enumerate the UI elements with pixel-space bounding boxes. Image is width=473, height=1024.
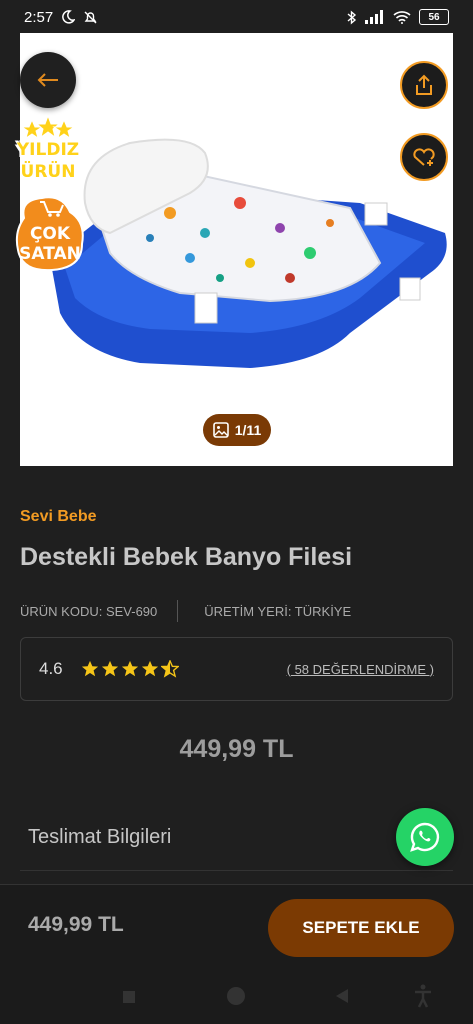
star-badge-line2: ÜRÜN bbox=[20, 162, 76, 182]
share-button[interactable] bbox=[400, 61, 448, 109]
share-icon bbox=[416, 74, 432, 95]
accessibility-icon[interactable] bbox=[413, 984, 433, 1008]
product-price: 449,99 TL bbox=[179, 735, 294, 763]
product-code: ÜRÜN KODU: SEV-690 bbox=[20, 603, 158, 619]
add-to-cart-button[interactable]: SEPETE EKLE bbox=[268, 899, 454, 957]
status-time: 2:57 bbox=[24, 8, 54, 26]
brand-link[interactable]: Sevi Bebe bbox=[20, 508, 96, 526]
status-right: 56 bbox=[347, 9, 449, 25]
battery-indicator: 56 bbox=[419, 9, 449, 25]
stars-icon bbox=[20, 116, 76, 140]
image-counter-label: 1/11 bbox=[234, 422, 262, 438]
product-title: Destekli Bebek Banyo Filesi bbox=[20, 543, 353, 571]
recents-icon[interactable] bbox=[122, 990, 136, 1004]
bottom-price: 449,99 TL bbox=[28, 913, 124, 936]
image-counter[interactable]: 1/11 bbox=[203, 414, 271, 446]
bell-muted-icon bbox=[84, 11, 97, 23]
image-icon bbox=[212, 422, 229, 438]
star-icon bbox=[141, 660, 158, 677]
back-nav-icon[interactable] bbox=[335, 988, 349, 1004]
whatsapp-button[interactable] bbox=[396, 808, 454, 866]
sale-badge-line1: ÇOK bbox=[29, 224, 71, 244]
star-icon bbox=[81, 660, 98, 677]
reviews-link[interactable]: ( 58 DEĞERLENDİRME ) bbox=[287, 662, 434, 677]
bluetooth-icon bbox=[347, 9, 357, 25]
home-icon[interactable] bbox=[226, 986, 246, 1006]
rating-box[interactable]: 4.6 ( 58 DEĞERLENDİRME ) bbox=[20, 637, 453, 701]
back-button[interactable] bbox=[20, 52, 76, 108]
rating-value: 4.6 bbox=[39, 659, 63, 678]
rating-stars bbox=[81, 660, 179, 678]
status-left: 2:57 bbox=[24, 9, 98, 26]
add-favorite-button[interactable] bbox=[400, 133, 448, 181]
whatsapp-icon bbox=[410, 822, 440, 852]
product-origin: ÜRETİM YERİ: TÜRKİYE bbox=[204, 603, 352, 619]
system-nav-bar bbox=[0, 970, 473, 1024]
status-bar: 2:57 56 bbox=[0, 0, 473, 34]
best-seller-badge: ÇOK SATAN bbox=[12, 192, 88, 274]
wifi-icon bbox=[393, 11, 411, 24]
star-half-icon bbox=[160, 660, 179, 678]
star-icon bbox=[101, 660, 118, 677]
heart-plus-icon bbox=[413, 148, 435, 166]
star-icon bbox=[121, 660, 138, 677]
star-product-badge: YILDIZ ÜRÜN bbox=[10, 116, 86, 188]
meta-divider bbox=[177, 600, 179, 622]
section-divider bbox=[20, 870, 453, 871]
product-meta: ÜRÜN KODU: SEV-690 ÜRETİM YERİ: TÜRKİYE bbox=[20, 600, 351, 622]
purchase-bar: 449,99 TL SEPETE EKLE bbox=[0, 884, 473, 971]
delivery-info-section[interactable]: Teslimat Bilgileri bbox=[28, 826, 171, 849]
moon-icon bbox=[62, 10, 76, 24]
arrow-left-icon bbox=[37, 73, 58, 87]
signal-icon bbox=[365, 10, 383, 24]
sale-badge-line2: SATAN bbox=[19, 244, 81, 264]
star-badge-line1: YILDIZ bbox=[16, 140, 80, 160]
